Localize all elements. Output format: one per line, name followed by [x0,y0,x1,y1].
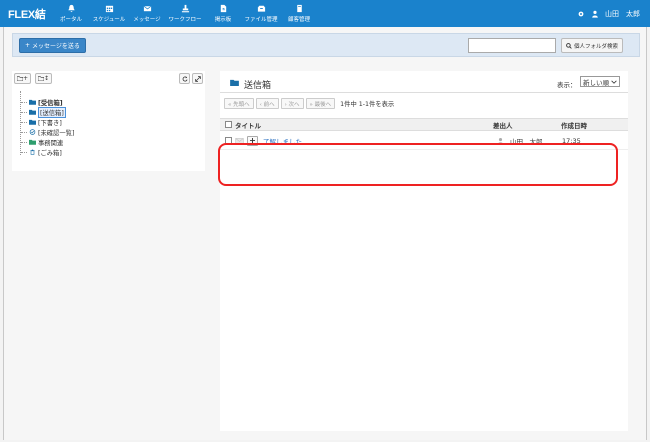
document-icon [296,4,302,13]
folder-search-input[interactable] [468,38,556,53]
folder-label: [送信箱] [38,106,66,118]
app-logo[interactable]: FLEX結 [8,6,48,22]
pager-info: 1件中 1-1件を表示 [340,101,395,108]
folder-inbox[interactable]: [受信箱] [21,97,74,107]
pager-first-button[interactable]: « 先頭へ [224,98,254,109]
chevron-down-icon [611,80,617,84]
send-message-button[interactable]: + メッセージを送る [19,38,86,53]
folder-panel: + ↕ [受信箱] [送信箱] [下書き] [未確認一覧] 事務関連 [ごみ箱] [12,71,205,171]
file-box-icon [257,5,265,12]
nav-label: ワークフロー [168,17,202,23]
message-panel: 送信箱 表示： 新しい順 « 先頭へ ‹ 前へ › 次へ » 最後へ 1件中 1… [220,71,628,431]
folder-search-label: 個人フォルダ検索 [574,43,619,50]
folder-tree: [受信箱] [送信箱] [下書き] [未確認一覧] 事務関連 [ごみ箱] [21,97,74,157]
add-folder-button[interactable]: + [14,73,31,84]
expand-icon [194,75,201,82]
column-date[interactable]: 作成日時 [561,119,587,130]
nav-schedule[interactable]: スケジュール [90,0,128,27]
nav-label: 顧客管理 [287,17,310,23]
nav-file-management[interactable]: ファイル管理 [242,0,280,27]
send-message-label: メッセージを送る [32,43,80,50]
nav-portal[interactable]: ポータル [52,0,90,27]
page-title: 送信箱 [244,81,272,91]
folder-label: [受信箱] [38,99,63,107]
expand-button[interactable] [192,73,203,84]
folder-icon [29,99,36,105]
pager-last-button[interactable]: » 最後へ [305,98,336,109]
calendar-icon [105,5,113,13]
nav-message[interactable]: メッセージ [128,0,166,27]
nav-label: ファイル管理 [244,17,278,23]
plus-icon: + [25,42,31,49]
pager: « 先頭へ ‹ 前へ › 次へ » 最後へ 1件中 1-1件を表示 [224,98,394,109]
folder-office[interactable]: 事務関連 [21,137,74,147]
gear-icon[interactable] [577,10,585,18]
folder-outbox[interactable]: [送信箱] [21,106,74,118]
display-label: 表示： [557,81,577,89]
nav-customer[interactable]: 顧客管理 [280,0,318,27]
table-header: タイトル 差出人 作成日時 [220,118,628,131]
nav-label: スケジュール [92,17,126,23]
sort-folder-label: ↕ [43,75,50,82]
action-bar: + メッセージを送る 個人フォルダ検索 [12,33,640,57]
check-circle-icon [29,129,36,135]
nav-label: メッセージ [133,17,161,23]
folder-label: [下書き] [38,119,62,127]
folder-icon [29,119,36,125]
content-area: + メッセージを送る 個人フォルダ検索 + ↕ [受信箱] [送信箱] [下書き… [3,27,647,440]
user-area: 山田 太郎 [577,0,640,27]
nav-label: 掲示板 [214,17,232,23]
nav-bulletin[interactable]: 掲示板 [204,0,242,27]
workflow-icon [181,4,189,13]
folder-label: [未確認一覧] [38,129,75,137]
user-name[interactable]: 山田 太郎 [605,9,640,19]
panel-header: 送信箱 表示： 新しい順 [220,71,628,93]
bulletin-icon [220,4,226,13]
refresh-icon [182,76,187,81]
bell-icon [67,4,75,13]
sort-folder-button[interactable]: ↕ [35,73,52,84]
column-title[interactable]: タイトル [235,119,261,130]
nav-label: ポータル [59,17,82,23]
folder-icon [29,139,36,145]
envelope-icon [143,5,151,12]
sort-order-select[interactable]: 新しい順 [580,76,620,87]
add-folder-label: + [22,75,29,82]
top-bar: FLEX結 ポータル スケジュール メッセージ ワークフロー 掲示板 ファイル管… [0,0,650,27]
main-nav: ポータル スケジュール メッセージ ワークフロー 掲示板 ファイル管理 顧客管理 [52,0,318,27]
folder-icon [29,109,36,115]
folder-label: 事務関連 [38,139,64,147]
folder-search-button[interactable]: 個人フォルダ検索 [561,38,624,53]
user-icon [592,10,598,18]
folder-unconfirmed[interactable]: [未確認一覧] [21,127,74,137]
folder-trash[interactable]: [ごみ箱] [21,147,74,157]
folder-icon [230,79,239,86]
sort-order-value: 新しい順 [583,78,609,87]
folder-drafts[interactable]: [下書き] [21,117,74,127]
trash-icon [30,149,35,155]
refresh-button[interactable] [179,73,190,84]
column-sender[interactable]: 差出人 [493,119,513,130]
nav-workflow[interactable]: ワークフロー [166,0,204,27]
pager-next-button[interactable]: › 次へ [280,98,304,109]
search-icon [566,42,572,49]
highlight-annotation [218,143,618,186]
pager-prev-button[interactable]: ‹ 前へ [255,98,279,109]
select-all-checkbox[interactable] [225,121,232,128]
folder-label: [ごみ箱] [38,149,62,157]
folder-toolbar: + ↕ [14,73,203,85]
